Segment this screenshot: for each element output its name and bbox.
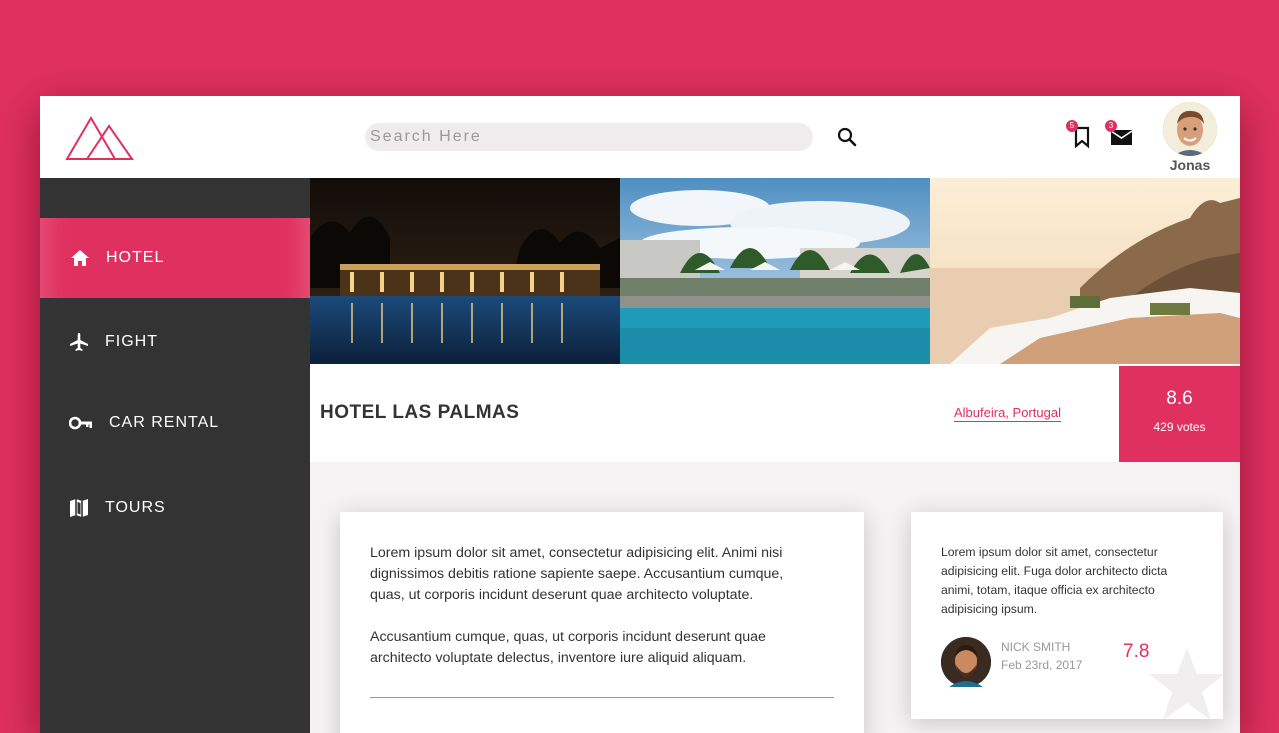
- sidebar-item-label: HOTEL: [106, 249, 165, 266]
- user-avatar-image: [1163, 102, 1217, 156]
- coastal-terrace-photo[interactable]: [930, 178, 1240, 364]
- description-paragraph-1: Lorem ipsum dolor sit amet, consectetur …: [370, 545, 784, 603]
- airplane-icon: [70, 333, 88, 351]
- description-paragraph-2: Accusantium cumque, quas, ut corporis in…: [370, 629, 766, 666]
- night-pool-photo[interactable]: [310, 178, 620, 364]
- star-icon: [1149, 648, 1223, 719]
- description-card: Lorem ipsum dolor sit amet, consectetur …: [340, 512, 864, 733]
- reviewer-avatar[interactable]: [941, 637, 991, 687]
- hotel-rating: 8.6: [1166, 388, 1193, 409]
- app-window: 5 3 Jonas HOT: [40, 96, 1240, 733]
- sidebar-item-label: FIGHT: [105, 333, 158, 350]
- review-text: Lorem ipsum dolor sit amet, consectetur …: [941, 545, 1168, 616]
- review-score: 7.8: [1123, 641, 1150, 662]
- messages-button[interactable]: 3: [1105, 120, 1135, 150]
- hotel-votes: 429 votes: [1153, 420, 1206, 434]
- hotel-name: HOTEL LAS PALMAS: [320, 402, 520, 423]
- search-icon[interactable]: [836, 126, 858, 148]
- day-pool-photo[interactable]: [620, 178, 930, 364]
- hotel-info-bar: HOTEL LAS PALMAS Albufeira, Portugal 8.6…: [310, 364, 1240, 462]
- sidebar-item-car-rental[interactable]: CAR RENTAL: [40, 383, 310, 463]
- sidebar-item-label: CAR RENTAL: [109, 414, 220, 431]
- photo-gallery: [310, 178, 1240, 364]
- sidebar-item-tours[interactable]: TOURS: [40, 468, 310, 548]
- user-avatar[interactable]: [1163, 102, 1217, 156]
- map-icon: [70, 499, 88, 517]
- review-date: Feb 23rd, 2017: [1001, 658, 1083, 672]
- logo-icon[interactable]: [65, 114, 135, 162]
- messages-badge: 3: [1105, 120, 1117, 132]
- user-name[interactable]: Jonas: [1150, 157, 1230, 173]
- bookmarks-badge: 5: [1066, 120, 1078, 132]
- hotel-location-link[interactable]: Albufeira, Portugal: [954, 405, 1061, 422]
- reviewer-avatar-image: [941, 637, 991, 687]
- top-header: 5 3 Jonas: [40, 96, 1240, 178]
- reviewer-name: NICK SMITH: [1001, 640, 1071, 654]
- search-input[interactable]: [365, 123, 813, 151]
- review-card: Lorem ipsum dolor sit amet, consectetur …: [911, 512, 1223, 719]
- home-icon: [71, 250, 89, 266]
- sidebar-nav: HOTEL FIGHT CAR RENTAL TOURS: [40, 178, 310, 733]
- hotel-rating-box: 8.6 429 votes: [1119, 366, 1240, 462]
- sidebar-item-hotel[interactable]: HOTEL: [40, 218, 310, 298]
- bookmarks-button[interactable]: 5: [1066, 120, 1096, 150]
- sidebar-item-label: TOURS: [105, 499, 166, 516]
- key-icon: [69, 416, 92, 430]
- sidebar-item-fight[interactable]: FIGHT: [40, 302, 310, 382]
- description-divider: [370, 697, 834, 698]
